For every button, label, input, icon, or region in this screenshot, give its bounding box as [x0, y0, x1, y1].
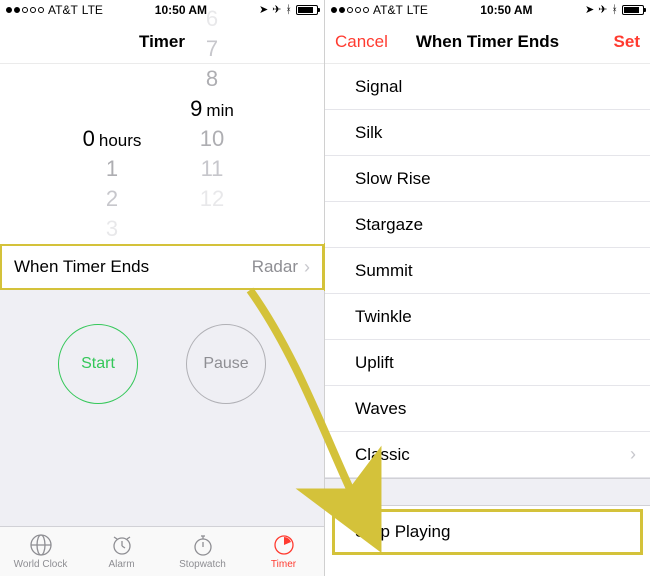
- alarm-icon: [110, 533, 134, 557]
- statusbar-time: 10:50 AM: [480, 3, 532, 17]
- time-picker[interactable]: 0hours 1 2 3 6 7 8 9min 10 11 12: [0, 64, 324, 244]
- cancel-button[interactable]: Cancel: [335, 20, 388, 64]
- picker-row-selected: 0hours: [67, 124, 157, 154]
- picker-row: 10: [167, 124, 257, 154]
- chevron-right-icon: ›: [304, 257, 310, 278]
- timer-icon: [272, 533, 296, 557]
- network-label: LTE: [407, 3, 428, 17]
- status-bar: AT&T LTE 10:50 AM ➤ ✈ ᚼ: [325, 0, 650, 20]
- tab-alarm[interactable]: Alarm: [81, 527, 162, 576]
- sound-label: Silk: [355, 123, 382, 143]
- tab-world-clock[interactable]: World Clock: [0, 527, 81, 576]
- sound-option[interactable]: Stargaze: [325, 202, 650, 248]
- picker-row: 11: [167, 154, 257, 184]
- picker-row: 2: [67, 184, 157, 214]
- tab-bar: World Clock Alarm Stopwatch Timer: [0, 526, 324, 576]
- picker-row: [67, 94, 157, 124]
- location-icon: ➤: [585, 5, 594, 16]
- chevron-right-icon: ›: [630, 444, 636, 465]
- bluetooth-icon: ᚼ: [611, 5, 618, 16]
- carrier-label: AT&T: [373, 3, 403, 17]
- stop-playing-option[interactable]: Stop Playing: [333, 510, 642, 554]
- navbar: Timer: [0, 20, 324, 64]
- battery-icon: [622, 5, 644, 15]
- sound-label: Slow Rise: [355, 169, 431, 189]
- sound-option[interactable]: Slow Rise: [325, 156, 650, 202]
- carrier-label: AT&T: [48, 3, 78, 17]
- cell-value: Radar: [252, 257, 298, 277]
- network-label: LTE: [82, 3, 103, 17]
- sound-option[interactable]: Summit: [325, 248, 650, 294]
- minutes-wheel[interactable]: 6 7 8 9min 10 11 12: [167, 94, 257, 214]
- stopwatch-icon: [191, 533, 215, 557]
- sound-label: Summit: [355, 261, 413, 281]
- sound-label: Stargaze: [355, 215, 423, 235]
- timer-controls: Start Pause: [0, 290, 324, 526]
- picker-row: 8: [167, 64, 257, 94]
- sound-option[interactable]: Signal: [325, 64, 650, 110]
- pause-button[interactable]: Pause: [186, 324, 266, 404]
- signal-dots-icon: [6, 7, 44, 13]
- pause-label: Pause: [203, 355, 248, 373]
- picker-row: 12: [167, 184, 257, 214]
- picker-row-selected: 9min: [167, 94, 257, 124]
- signal-dots-icon: [331, 7, 369, 13]
- sound-picker-screen: AT&T LTE 10:50 AM ➤ ✈ ᚼ Cancel When Time…: [325, 0, 650, 576]
- sounds-list[interactable]: Signal Silk Slow Rise Stargaze Summit Tw…: [325, 64, 650, 576]
- sound-label: Waves: [355, 399, 406, 419]
- sound-option[interactable]: Twinkle: [325, 294, 650, 340]
- picker-row: 1: [67, 154, 157, 184]
- sound-label: Uplift: [355, 353, 394, 373]
- start-label: Start: [81, 355, 115, 373]
- sound-option[interactable]: Waves: [325, 386, 650, 432]
- globe-icon: [29, 533, 53, 557]
- location-icon: ➤: [259, 5, 268, 16]
- tab-label: Alarm: [108, 559, 134, 570]
- stop-playing-label: Stop Playing: [355, 522, 450, 542]
- airplane-icon: ✈: [272, 5, 281, 16]
- page-title: When Timer Ends: [416, 32, 559, 52]
- bluetooth-icon: ᚼ: [285, 5, 292, 16]
- sound-option-classic[interactable]: Classic ›: [325, 432, 650, 478]
- picker-row: 6: [167, 4, 257, 34]
- tab-timer[interactable]: Timer: [243, 527, 324, 576]
- sound-label: Twinkle: [355, 307, 412, 327]
- navbar: Cancel When Timer Ends Set: [325, 20, 650, 64]
- hours-wheel[interactable]: 0hours 1 2 3: [67, 64, 157, 244]
- timer-screen: AT&T LTE 10:50 AM ➤ ✈ ᚼ Timer 0hours 1: [0, 0, 325, 576]
- tab-label: Stopwatch: [179, 559, 226, 570]
- sound-label: Signal: [355, 77, 402, 97]
- picker-row: 7: [167, 34, 257, 64]
- battery-icon: [296, 5, 318, 15]
- picker-row: 3: [67, 214, 157, 244]
- sound-option[interactable]: Silk: [325, 110, 650, 156]
- section-gap: [325, 478, 650, 506]
- cell-label: When Timer Ends: [14, 257, 252, 277]
- start-button[interactable]: Start: [58, 324, 138, 404]
- tab-label: Timer: [271, 559, 296, 570]
- tab-stopwatch[interactable]: Stopwatch: [162, 527, 243, 576]
- picker-row: [67, 64, 157, 94]
- tab-label: World Clock: [14, 559, 68, 570]
- when-timer-ends-cell[interactable]: When Timer Ends Radar ›: [0, 244, 324, 290]
- status-bar: AT&T LTE 10:50 AM ➤ ✈ ᚼ: [0, 0, 324, 20]
- airplane-icon: ✈: [598, 5, 607, 16]
- sound-label: Classic: [355, 445, 410, 465]
- sound-option[interactable]: Uplift: [325, 340, 650, 386]
- set-button[interactable]: Set: [614, 20, 640, 64]
